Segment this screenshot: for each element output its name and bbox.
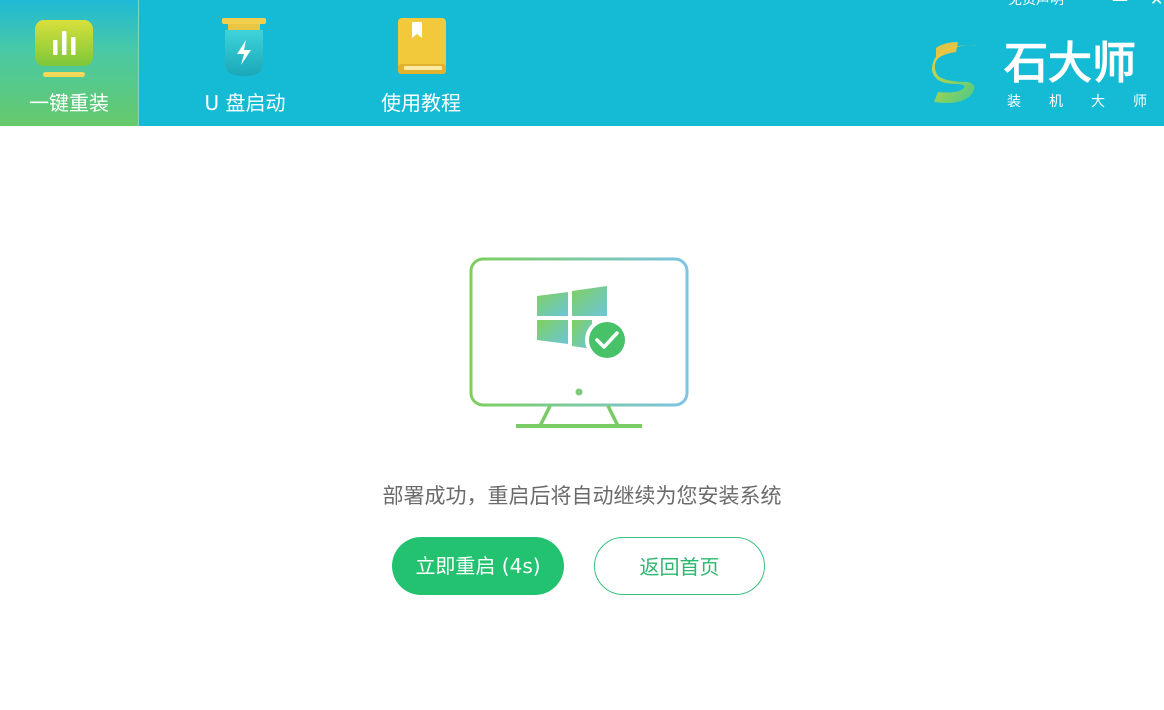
return-home-button[interactable]: 返回首页 <box>594 537 765 595</box>
minimize-icon[interactable]: — <box>1112 0 1128 10</box>
brand-sub-char: 师 <box>1133 94 1147 110</box>
brand-sub-char: 装 <box>1007 94 1021 110</box>
status-message: 部署成功，重启后将自动继续为您安装系统 <box>382 484 782 508</box>
brand-name: 石大师 <box>1004 38 1136 89</box>
brand-subtitle: 装 机 大 师 <box>1007 92 1147 112</box>
tab-label: 使用教程 <box>381 91 461 115</box>
bar-chart-icon <box>35 20 93 77</box>
usb-drive-icon <box>222 18 266 76</box>
brand-sub-char: 大 <box>1091 94 1105 110</box>
tab-one-click-reinstall[interactable]: 一键重装 <box>0 0 139 126</box>
brand-sub-char: 机 <box>1049 94 1063 110</box>
restart-now-button[interactable]: 立即重启 (4s) <box>392 537 564 595</box>
tab-label: 一键重装 <box>29 91 109 115</box>
close-icon[interactable]: ✕ <box>1150 0 1163 10</box>
brand-logo-icon <box>932 42 988 103</box>
monitor-windows-check-icon <box>469 257 689 428</box>
book-icon <box>398 18 446 74</box>
tab-tutorial[interactable]: 使用教程 <box>352 0 490 126</box>
tab-usb-boot[interactable]: U 盘启动 <box>176 0 314 126</box>
top-bar: 一键重装 U 盘启动 使用教程 免责声明 — ✕ <box>0 0 1164 126</box>
disclaimer-link[interactable]: 免责声明 <box>1008 0 1064 10</box>
tab-label: U 盘启动 <box>204 91 286 115</box>
